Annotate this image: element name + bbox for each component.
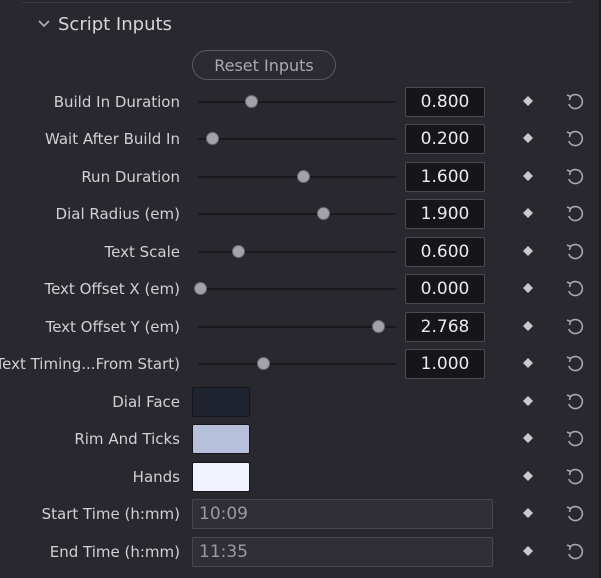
number-field[interactable]: 1.600 <box>405 162 485 192</box>
reset-icon[interactable] <box>564 428 586 450</box>
diamond-keyframe-icon[interactable] <box>523 546 533 556</box>
reset-icon[interactable] <box>564 466 586 488</box>
number-field[interactable]: 2.768 <box>405 312 485 342</box>
input-row: Dial Face <box>0 386 601 418</box>
slider[interactable] <box>193 282 396 296</box>
diamond-keyframe-icon[interactable] <box>523 508 533 518</box>
reset-icon[interactable] <box>564 503 586 525</box>
diamond-keyframe-icon[interactable] <box>523 396 533 406</box>
diamond-keyframe-icon[interactable] <box>523 283 533 293</box>
reset-icon[interactable] <box>564 166 586 188</box>
input-row: Hands <box>0 461 601 493</box>
slider-thumb[interactable] <box>316 207 330 220</box>
slider[interactable] <box>198 245 396 259</box>
reset-icon[interactable] <box>564 91 586 113</box>
color-swatch[interactable] <box>192 387 250 417</box>
slider-thumb[interactable] <box>193 282 207 295</box>
input-label: Hands <box>132 468 180 486</box>
diamond-keyframe-icon[interactable] <box>523 96 533 106</box>
slider[interactable] <box>198 207 396 221</box>
slider[interactable] <box>198 357 396 371</box>
slider[interactable] <box>198 132 396 146</box>
number-field[interactable]: 0.200 <box>405 124 485 154</box>
input-label: Wait After Build In <box>44 130 180 148</box>
input-row: Run Duration 1.600 <box>0 161 601 193</box>
chevron-down-icon[interactable] <box>36 16 52 32</box>
input-row: Text Scale 0.600 <box>0 236 601 268</box>
number-field[interactable]: 0.800 <box>405 87 485 117</box>
input-label: Text Offset Y (em) <box>45 318 180 336</box>
reset-icon[interactable] <box>564 316 586 338</box>
diamond-keyframe-icon[interactable] <box>523 358 533 368</box>
diamond-keyframe-icon[interactable] <box>523 433 533 443</box>
diamond-keyframe-icon[interactable] <box>523 246 533 256</box>
slider-thumb[interactable] <box>257 357 271 370</box>
reset-icon[interactable] <box>564 278 586 300</box>
start-time-field[interactable]: 10:09 <box>192 499 493 529</box>
diamond-keyframe-icon[interactable] <box>523 321 533 331</box>
input-row: Start Time (h:mm) 10:09 <box>0 498 601 530</box>
input-row: Dial Radius (em) 1.900 <box>0 198 601 230</box>
section-title: Script Inputs <box>58 13 172 35</box>
input-label: Text Offset X (em) <box>44 280 180 298</box>
number-field[interactable]: 0.600 <box>405 237 485 267</box>
input-label: Dial Face <box>112 393 180 411</box>
color-swatch[interactable] <box>192 424 250 454</box>
input-row: End Time (h:mm) 11:35 <box>0 536 601 568</box>
top-divider <box>22 2 573 3</box>
reset-icon[interactable] <box>564 353 586 375</box>
input-label: Rim And Ticks <box>74 430 180 448</box>
slider-thumb[interactable] <box>231 245 245 258</box>
input-label: Run Duration <box>81 168 180 186</box>
diamond-keyframe-icon[interactable] <box>523 133 533 143</box>
input-row: Text Timing...From Start) 1.000 <box>0 348 601 380</box>
diamond-keyframe-icon[interactable] <box>523 471 533 481</box>
slider[interactable] <box>198 170 396 184</box>
slider-track[interactable] <box>198 213 396 215</box>
slider-track[interactable] <box>198 288 396 290</box>
number-field[interactable]: 0.000 <box>405 274 485 304</box>
slider-track[interactable] <box>198 101 396 103</box>
input-row: Build In Duration 0.800 <box>0 86 601 118</box>
number-field[interactable]: 1.000 <box>405 349 485 379</box>
diamond-keyframe-icon[interactable] <box>523 171 533 181</box>
input-row: Text Offset Y (em) 2.768 <box>0 311 601 343</box>
slider-thumb[interactable] <box>245 95 259 108</box>
reset-icon[interactable] <box>564 391 586 413</box>
reset-icon[interactable] <box>564 128 586 150</box>
slider-track[interactable] <box>198 138 396 140</box>
input-label: End Time (h:mm) <box>49 543 180 561</box>
end-time-field[interactable]: 11:35 <box>192 537 493 567</box>
input-label: Dial Radius (em) <box>55 205 180 223</box>
input-row: Wait After Build In 0.200 <box>0 123 601 155</box>
reset-icon[interactable] <box>564 241 586 263</box>
diamond-keyframe-icon[interactable] <box>523 208 533 218</box>
input-row: Rim And Ticks <box>0 423 601 455</box>
slider-thumb[interactable] <box>372 320 386 333</box>
color-swatch[interactable] <box>192 462 250 492</box>
slider-track[interactable] <box>198 251 396 253</box>
slider-thumb[interactable] <box>296 170 310 183</box>
section-header[interactable]: Script Inputs <box>36 12 172 36</box>
reset-icon[interactable] <box>564 541 586 563</box>
input-label: Text Scale <box>104 243 180 261</box>
slider-track[interactable] <box>198 363 396 365</box>
number-field[interactable]: 1.900 <box>405 199 485 229</box>
slider[interactable] <box>198 95 396 109</box>
slider-track[interactable] <box>198 326 396 328</box>
slider-thumb[interactable] <box>205 132 219 145</box>
input-row: Text Offset X (em) 0.000 <box>0 273 601 305</box>
input-label: Text Timing...From Start) <box>0 355 180 373</box>
slider[interactable] <box>198 320 396 334</box>
input-label: Start Time (h:mm) <box>41 505 180 523</box>
input-label: Build In Duration <box>53 93 180 111</box>
reset-inputs-button[interactable]: Reset Inputs <box>192 50 336 80</box>
reset-icon[interactable] <box>564 203 586 225</box>
